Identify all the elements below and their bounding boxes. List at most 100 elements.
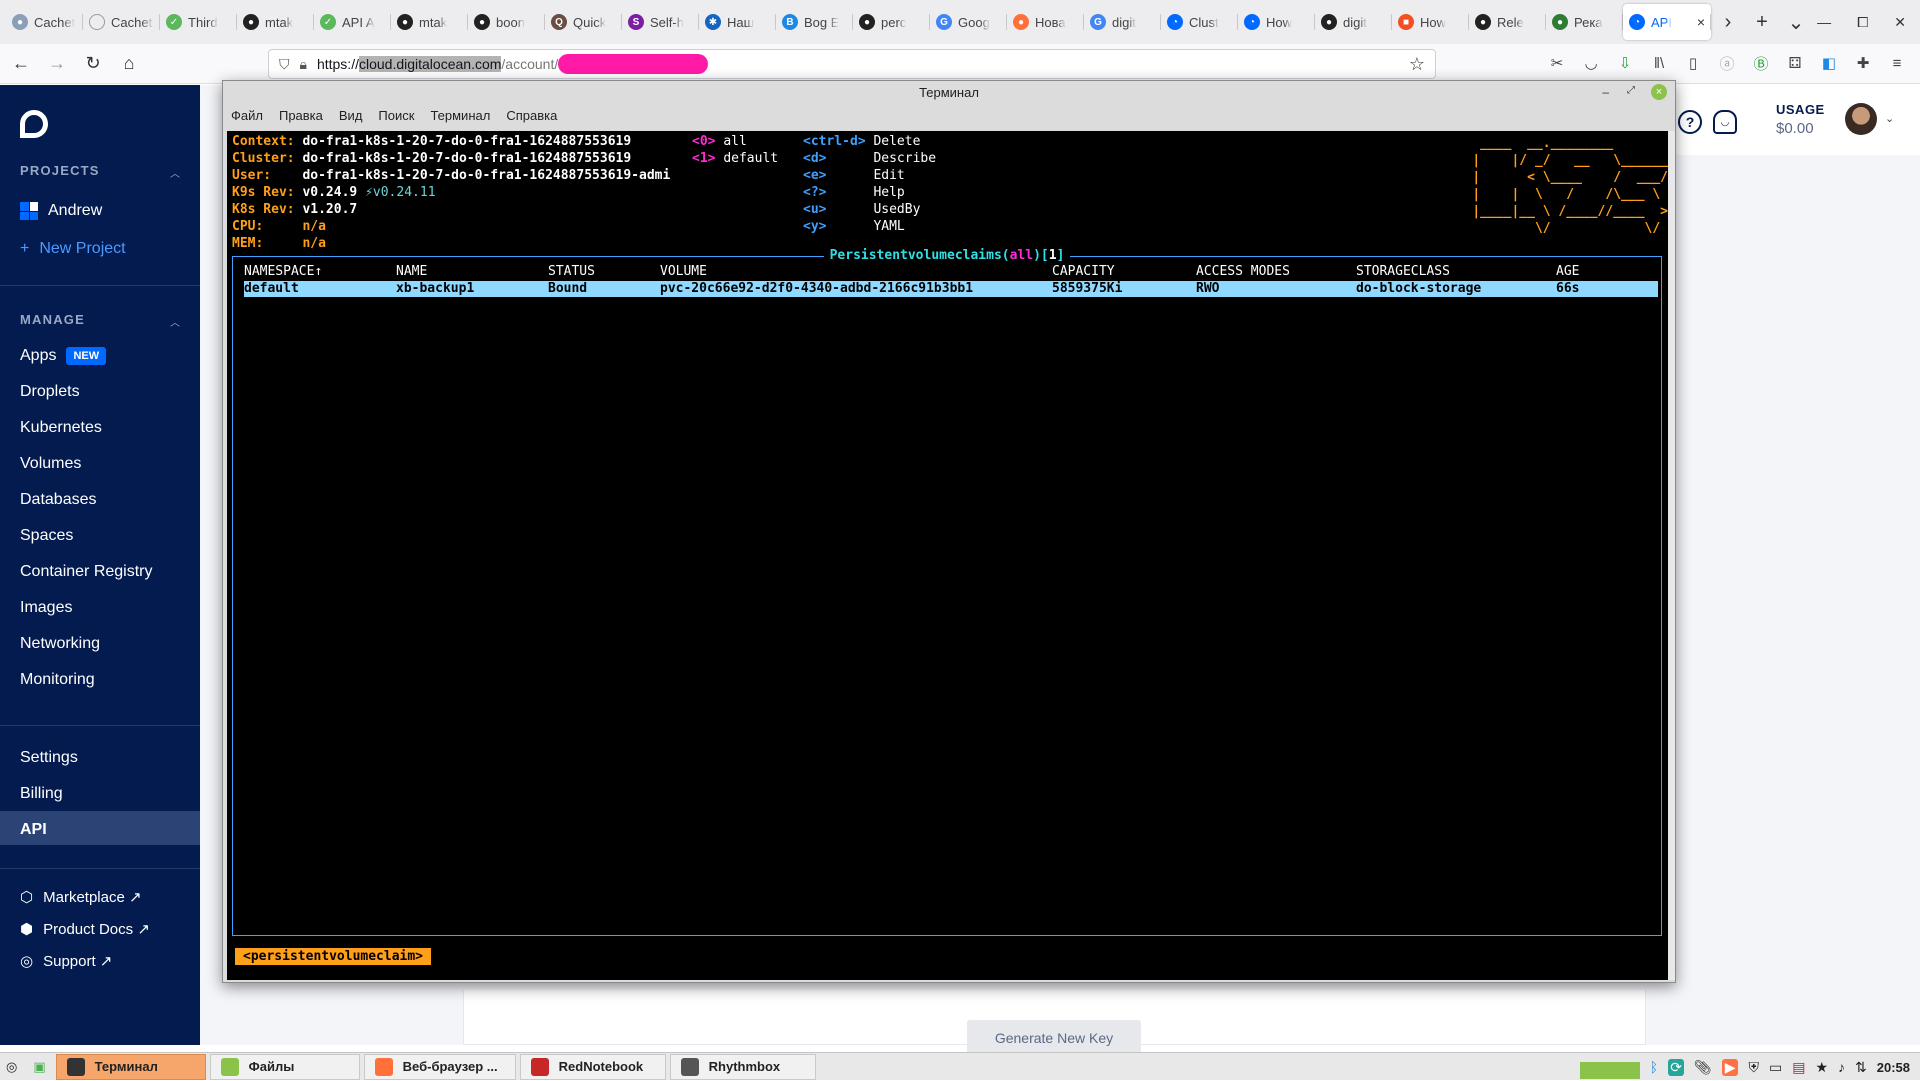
extension-color-icon[interactable]: ◧ xyxy=(1816,49,1842,77)
tab[interactable]: ● perc xyxy=(853,4,930,40)
home-button[interactable]: ⌂ xyxy=(114,49,144,79)
show-desktop-icon[interactable]: ▣ xyxy=(27,1054,51,1080)
column-header[interactable]: NAMESPACE↑ xyxy=(244,264,322,279)
chevron-down-icon[interactable]: ⌄ xyxy=(1885,112,1894,125)
bluetooth-icon[interactable]: ᛒ xyxy=(1650,1059,1658,1075)
shield-icon[interactable]: ⛨ xyxy=(1748,1059,1759,1076)
tracking-shield-icon[interactable]: ⛉ xyxy=(279,56,290,73)
sidebar-item-apps[interactable]: Apps NEW xyxy=(20,347,107,365)
network-graph-icon[interactable] xyxy=(1579,1055,1640,1079)
adblock-icon[interactable]: ⓐ xyxy=(1714,49,1740,77)
volume-icon[interactable]: ♪ xyxy=(1838,1059,1845,1075)
sidebar-link-support[interactable]: ◎ Support ↗ xyxy=(20,952,112,970)
terminal-menu-item[interactable]: Терминал xyxy=(430,108,490,123)
close-icon[interactable]: ✕ xyxy=(1894,14,1906,31)
column-header[interactable]: STATUS xyxy=(548,264,595,279)
forward-button[interactable]: → xyxy=(42,49,72,79)
sidebar-item-settings[interactable]: Settings xyxy=(20,749,78,767)
notification-bell-icon[interactable]: ◡ xyxy=(1713,110,1737,134)
tab-active[interactable]: ◔ API × xyxy=(1623,4,1711,40)
terminal-menu-item[interactable]: Вид xyxy=(339,108,363,123)
network-icon[interactable]: ⇅ xyxy=(1855,1059,1867,1076)
tab[interactable]: ◔ How xyxy=(1238,4,1315,40)
maximize-icon[interactable]: ⤢ xyxy=(1627,85,1635,96)
sidebar-item-volumes[interactable]: Volumes xyxy=(20,455,81,473)
hotkey-delete[interactable]: <ctrl-d> Delete xyxy=(803,133,920,150)
column-header[interactable]: AGE xyxy=(1556,264,1579,279)
sidebar-item-databases[interactable]: Databases xyxy=(20,491,97,509)
extension-b-icon[interactable]: Ⓑ xyxy=(1748,49,1774,77)
namespace-shortcut[interactable]: <1> default xyxy=(692,150,778,167)
clipboard-icon[interactable]: 📎︎ xyxy=(1694,1059,1712,1076)
battery-icon[interactable]: ▭ xyxy=(1769,1059,1782,1076)
maximize-icon[interactable]: ⧠ xyxy=(1857,14,1868,31)
sync-icon[interactable]: ⟳ xyxy=(1668,1058,1684,1076)
taskbar-app[interactable]: Терминал xyxy=(55,1053,206,1080)
list-all-tabs-icon[interactable]: ⌄ xyxy=(1779,5,1813,39)
terminal-menu-item[interactable]: Поиск xyxy=(378,108,414,123)
back-button[interactable]: ← xyxy=(6,49,36,79)
sidebar-link-marketplace[interactable]: ⬡ Marketplace ↗ xyxy=(20,888,142,906)
tab[interactable]: ● mtak xyxy=(391,4,468,40)
sidebar-item-images[interactable]: Images xyxy=(20,599,72,617)
tab-close-icon[interactable]: × xyxy=(1697,14,1705,30)
hotkey-edit[interactable]: <e> Edit xyxy=(803,167,905,184)
sidebar-item-spaces[interactable]: Spaces xyxy=(20,527,73,545)
tab[interactable]: ✓ API A xyxy=(314,4,391,40)
start-menu-icon[interactable]: ◎ xyxy=(0,1054,23,1080)
minimize-icon[interactable]: — xyxy=(1817,14,1831,31)
namespace-shortcut[interactable]: <0> all xyxy=(692,133,747,150)
reload-button[interactable]: ↻ xyxy=(78,49,108,79)
terminal-menu-item[interactable]: Файл xyxy=(231,108,263,123)
media-play-icon[interactable]: ▶ xyxy=(1721,1058,1739,1076)
tab[interactable]: ● Rele xyxy=(1469,4,1546,40)
extensions-puzzle-icon[interactable]: ✚ xyxy=(1850,49,1876,77)
sidebar-item-billing[interactable]: Billing xyxy=(20,785,63,803)
menu-hamburger-icon[interactable]: ≡ xyxy=(1884,49,1910,77)
new-tab-plus-icon[interactable]: + xyxy=(1745,5,1779,39)
sidebar-item-project[interactable]: Andrew xyxy=(20,202,102,220)
tab[interactable]: ● Река xyxy=(1546,4,1623,40)
tab[interactable]: ■ How xyxy=(1392,4,1469,40)
column-header[interactable]: CAPACITY xyxy=(1052,264,1115,279)
terminal-scrollbar[interactable] xyxy=(1668,131,1675,980)
downloads-icon[interactable]: ⇩ xyxy=(1612,49,1638,77)
column-header[interactable]: ACCESS MODES xyxy=(1196,264,1290,279)
bookmark-star-icon[interactable]: ☆ xyxy=(1409,54,1425,75)
tab[interactable]: ● Cachet xyxy=(6,4,83,40)
hotkey-usedby[interactable]: <u> UsedBy xyxy=(803,201,920,218)
taskbar-app[interactable]: Rhythmbox xyxy=(669,1053,816,1080)
taskbar-app[interactable]: RedNotebook xyxy=(519,1053,666,1080)
chevron-up-icon[interactable]: ︿ xyxy=(170,165,180,180)
close-icon[interactable]: × xyxy=(1651,84,1667,100)
terminal-menu-item[interactable]: Правка xyxy=(279,108,323,123)
favorite-star-icon[interactable]: ★ xyxy=(1815,1059,1828,1076)
tab[interactable]: ● mtak xyxy=(237,4,314,40)
tab[interactable]: Cachet: T xyxy=(83,4,160,40)
digitalocean-logo-icon[interactable] xyxy=(20,110,48,138)
sidebar-item-networking[interactable]: Networking xyxy=(20,635,100,653)
help-icon[interactable]: ? xyxy=(1678,110,1702,134)
pocket-icon[interactable]: ◡ xyxy=(1578,49,1604,77)
sidebar-icon[interactable]: ▯ xyxy=(1680,49,1706,77)
minimize-icon[interactable]: ‒ xyxy=(1602,85,1609,99)
hotkey-yaml[interactable]: <y> YAML xyxy=(803,218,905,235)
extension-grid-icon[interactable]: ⚃ xyxy=(1782,49,1808,77)
taskbar-app[interactable]: Веб-браузер ... xyxy=(363,1053,516,1080)
terminal-window[interactable]: Терминал ‒ ⤢ × Файл Правка Вид Поиск Термина… xyxy=(222,80,1676,983)
generate-new-key-button[interactable]: Generate New Key xyxy=(967,1020,1141,1056)
tab[interactable]: G Goog xyxy=(930,4,1007,40)
sidebar-link-docs[interactable]: ⬢ Product Docs ↗ xyxy=(20,920,150,938)
taskbar-app[interactable]: Файлы xyxy=(209,1053,360,1080)
column-header[interactable]: VOLUME xyxy=(660,264,707,279)
tab[interactable]: B Bog E xyxy=(776,4,853,40)
keyboard-layout-flag-icon[interactable]: ▤ xyxy=(1792,1059,1805,1076)
library-icon[interactable]: ‖\ xyxy=(1646,49,1672,77)
tab[interactable]: ● digit xyxy=(1315,4,1392,40)
tab-scroll-right-icon[interactable]: › xyxy=(1711,5,1745,39)
tab[interactable]: ✱ Наш xyxy=(699,4,776,40)
avatar[interactable] xyxy=(1845,103,1877,135)
sidebar-item-monitoring[interactable]: Monitoring xyxy=(20,671,95,689)
sidebar-item-kubernetes[interactable]: Kubernetes xyxy=(20,419,102,437)
hotkey-describe[interactable]: <d> Describe xyxy=(803,150,936,167)
